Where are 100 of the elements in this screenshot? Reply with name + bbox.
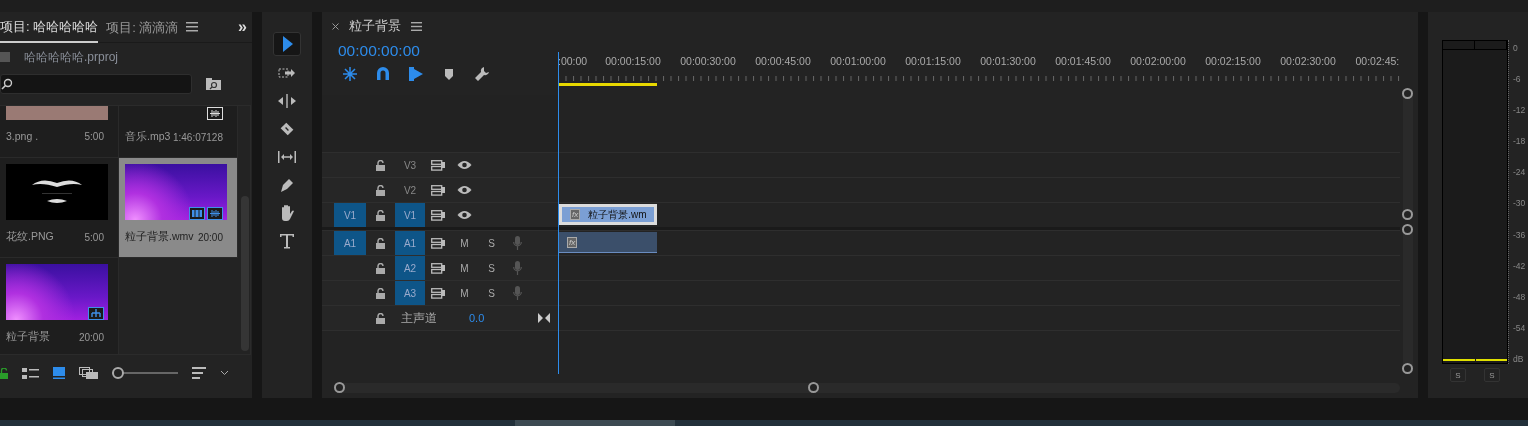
bowtie-icon[interactable] [538,313,550,323]
meter-scale-label: -30 [1513,198,1526,209]
video-clip[interactable]: fx 粒子背景.wm [559,204,657,225]
track-target[interactable]: A1 [395,231,425,255]
media-name: 花纹.PNG [6,230,54,244]
settings-icon[interactable] [474,66,490,82]
sync-lock-icon[interactable] [430,184,446,196]
lock-icon[interactable] [376,287,385,299]
solo-button[interactable]: S [478,287,505,299]
meter-scale-label: -42 [1513,260,1526,271]
lock-icon[interactable] [376,237,385,249]
lock-icon[interactable] [376,184,385,196]
time-label: 00:01:45:00 [1054,55,1112,67]
nest-icon[interactable] [342,66,358,82]
time-label: 00:01:15:00 [904,55,962,67]
source-patch[interactable]: A1 [334,231,366,255]
master-track-name: 主声道 [401,309,438,327]
media-name: 粒子背景.wmv [125,230,194,244]
meter-scale-label: -48 [1513,291,1526,302]
effect-badge: fx [570,209,581,220]
media-item[interactable]: 音乐.mp3 1:46:07128 [119,106,238,158]
time-label: 00:00:45:00 [754,55,812,67]
selection-tool-button[interactable] [273,32,301,56]
time-ruler[interactable]: :00:00 00:00:15:00 00:00:30:00 00:00:45:00 00:01:00:00 00:01:15:00 00:01:30:00 00:01:45:00 00:02:00:00 00:02:15:00 00:02:30:00 00:02:45: [558,40,1400,95]
meter-scale-label: -18 [1513,136,1526,147]
linked-selection-icon[interactable] [408,66,424,82]
search-field[interactable] [0,74,192,94]
media-name: 音乐.mp3 [125,130,171,144]
meter-scale-label: -36 [1513,229,1526,240]
media-duration: 1:46:07128 [172,131,223,143]
mute-button[interactable]: M [451,237,478,249]
close-icon[interactable] [332,22,339,30]
time-label: :00:00 [558,55,589,67]
unlock-icon[interactable] [0,367,8,379]
track-target[interactable]: V1 [395,203,425,227]
mute-button[interactable]: M [451,287,478,299]
horizontal-scrollbar[interactable] [334,383,1400,393]
media-duration: 5:00 [84,231,104,243]
sync-lock-icon[interactable] [430,159,446,171]
lock-icon[interactable] [376,262,385,274]
solo-button[interactable]: S [478,237,505,249]
media-duration: 20:00 [197,231,223,243]
sequence-tab[interactable]: 粒子背景 [349,17,401,35]
list-view-icon[interactable] [22,367,39,379]
search-icon [1,78,13,90]
freeform-view-icon[interactable] [79,367,98,379]
eye-icon[interactable] [456,160,472,170]
track-target[interactable]: A2 [395,256,425,280]
sync-lock-icon[interactable] [430,262,446,274]
menu-icon[interactable] [186,22,199,32]
solo-button[interactable]: S [1484,368,1500,382]
scrollbar[interactable] [1403,88,1413,220]
chevron-down-icon[interactable] [220,370,229,376]
track-target[interactable]: V2 [395,178,425,202]
overflow-button[interactable]: » [238,18,252,36]
track-target[interactable]: A3 [395,281,425,305]
sync-lock-icon[interactable] [430,209,446,221]
magnet-icon[interactable] [375,66,391,82]
sort-icon[interactable] [192,367,206,379]
timecode[interactable]: 00:00:00:00 [338,42,420,60]
solo-button[interactable]: S [478,262,505,274]
meter-scale-label: -6 [1513,74,1522,85]
new-search-bin-icon[interactable] [206,78,221,90]
meter-scale-label: 0 [1513,43,1519,53]
lock-icon[interactable] [376,159,385,171]
panel-tab[interactable]: 项目: 滴滴滴 [106,12,179,42]
sync-lock-icon[interactable] [430,237,446,249]
media-name: 粒子背景 [6,330,50,344]
time-label: 00:01:00:00 [829,55,887,67]
panel-tab[interactable]: 项目: 哈哈哈哈哈 [0,11,99,43]
track-target[interactable]: V3 [395,153,425,177]
icon-view-icon[interactable] [53,367,65,379]
lock-icon[interactable] [376,209,385,221]
meter-scale-label: -54 [1513,322,1526,333]
scrollbar[interactable] [1403,224,1413,374]
horizontal-scrollbar[interactable] [0,420,1528,426]
meter-scale-label: dB [1513,353,1525,364]
time-label: 00:02:00:00 [1129,55,1187,67]
media-item[interactable]: 花纹.PNG 5:00 [0,158,119,258]
meter-scale-label: -12 [1513,105,1526,116]
solo-button[interactable]: S [1450,368,1466,382]
media-item[interactable]: 粒子背景.wmv 20:00 [119,158,238,258]
project-file-name: 哈哈哈哈哈.prproj [24,48,118,66]
volume-value[interactable]: 0.0 [469,312,485,324]
sync-lock-icon[interactable] [430,287,446,299]
menu-icon[interactable] [411,21,422,31]
lock-icon[interactable] [376,312,385,324]
source-patch[interactable]: V1 [334,203,366,227]
time-label: 00:01:30:00 [979,55,1037,67]
mute-button[interactable]: M [451,262,478,274]
eye-icon[interactable] [456,210,472,220]
time-label: 00:02:15:00 [1204,55,1262,67]
media-item[interactable]: 3.png . 5:00 [0,106,119,158]
time-label: 00:00:15:00 [604,55,662,67]
ripple-tool-icon [277,91,297,111]
type-tool-icon [277,231,297,251]
audio-clip[interactable]: fx [559,232,657,253]
time-label: 00:00:30:00 [679,55,737,67]
media-item[interactable]: 粒子背景 20:00 [0,258,119,354]
eye-icon[interactable] [456,185,472,195]
